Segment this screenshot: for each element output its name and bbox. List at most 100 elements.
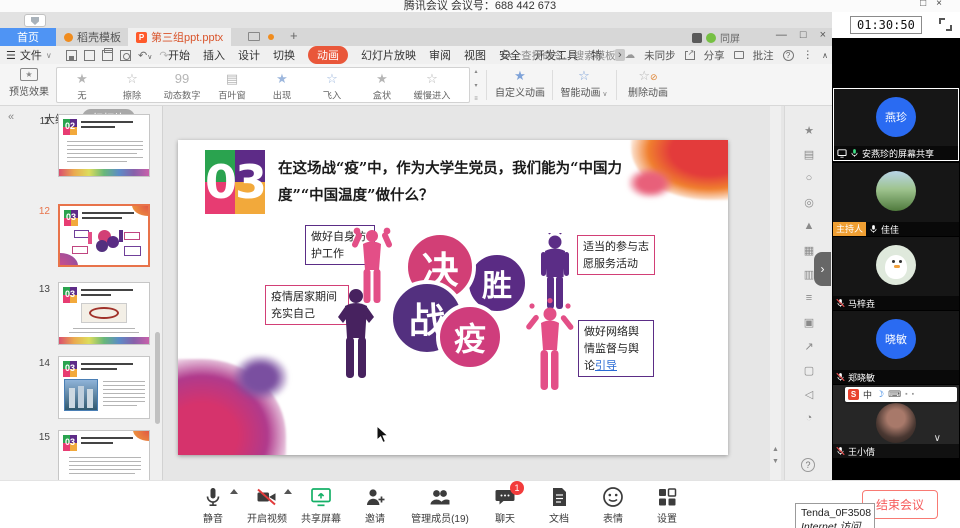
search-input[interactable]: 查找命令、搜索模板: [521, 48, 616, 63]
tab-home[interactable]: 首页: [0, 28, 56, 46]
ime-toolbox-icon[interactable]: ▪: [912, 391, 914, 398]
menu-review[interactable]: 审阅: [429, 47, 451, 63]
gallery-scroll-buttons[interactable]: ▴▾≡: [471, 67, 481, 103]
canvas-scrollbar[interactable]: ▲▼: [770, 106, 781, 480]
anim-number[interactable]: 99动态数字: [157, 68, 207, 102]
emoji-button[interactable]: 表情: [586, 485, 640, 525]
help-icon[interactable]: ?: [783, 50, 794, 61]
ime-skin-icon[interactable]: ▪: [905, 391, 907, 398]
anim-flyin[interactable]: ☆飞入: [307, 68, 357, 102]
print-preview-icon[interactable]: [120, 50, 131, 61]
mic-muted-icon: [836, 298, 845, 308]
video-tile[interactable]: 马梓垚: [833, 237, 959, 310]
comment-button[interactable]: 批注: [753, 48, 774, 63]
sidebar-scrollbar[interactable]: [155, 332, 160, 424]
menu-transitions[interactable]: 切换: [273, 47, 295, 63]
shape-icon[interactable]: ○: [799, 172, 819, 184]
close-icon[interactable]: ×: [820, 29, 826, 41]
image-icon[interactable]: ▣: [799, 316, 819, 329]
slide-12[interactable]: 03 在这场战“疫”中，作为大学生党员，我们能为“中国力度”“中国温度”做什么？…: [178, 140, 728, 455]
sync-status[interactable]: 未同步: [644, 48, 676, 63]
manage-members-button[interactable]: 管理成员(19): [402, 485, 478, 525]
link-yindao[interactable]: 引导: [595, 359, 617, 372]
delete-animation-button[interactable]: ☆⊘ 删除动画: [620, 67, 676, 99]
pyramid-icon[interactable]: ▲: [799, 220, 819, 232]
chat-button[interactable]: 1 聊天: [478, 485, 532, 525]
meeting-window-controls[interactable]: □×: [920, 0, 952, 9]
anim-box[interactable]: ★盒状: [357, 68, 407, 102]
maximize-icon[interactable]: □: [920, 0, 936, 9]
account-chip[interactable]: 同屏: [692, 30, 740, 45]
slide-thumbnail-11[interactable]: 02: [58, 114, 150, 177]
target-icon[interactable]: ◎: [799, 196, 819, 209]
maximize-icon[interactable]: □: [800, 29, 807, 41]
video-tile-sharing[interactable]: 燕珍 安燕珍的屏幕共享: [833, 88, 959, 161]
share-button[interactable]: 分享: [704, 48, 725, 63]
export-icon[interactable]: ↗: [799, 340, 819, 353]
slide-thumbnail-15[interactable]: 03: [58, 430, 150, 480]
animation-pane-icon[interactable]: ★: [799, 124, 819, 137]
record-icon[interactable]: ◔: [799, 412, 819, 424]
smart-animation-button[interactable]: ☆ 智能动画 ∨: [556, 67, 612, 99]
protect-shield-button[interactable]: [24, 14, 46, 27]
more-icon[interactable]: ⋮: [803, 49, 814, 61]
slide-thumbnail-12-selected[interactable]: 03: [58, 204, 150, 267]
layout-icon[interactable]: ▤: [799, 148, 819, 161]
minimize-icon[interactable]: —: [776, 29, 787, 41]
share-screen-button[interactable]: 共享屏幕: [294, 485, 348, 525]
audio-icon[interactable]: ◁: [799, 388, 819, 401]
wps-window-controls[interactable]: — □ ×: [776, 29, 826, 41]
file-menu[interactable]: ☰文件∨: [6, 46, 52, 64]
help-icon[interactable]: ?: [801, 458, 815, 472]
settings-button[interactable]: 设置: [640, 485, 694, 525]
start-video-button[interactable]: 开启视频: [240, 485, 294, 525]
ime-toolbar[interactable]: S 中 ☽ ⌨ ▪ ▪: [845, 387, 957, 402]
print-icon[interactable]: [102, 50, 113, 61]
invite-button[interactable]: 邀请: [348, 485, 402, 525]
menu-start[interactable]: 开始: [168, 47, 190, 63]
message-center-icon[interactable]: [692, 33, 702, 43]
export-icon[interactable]: [84, 50, 95, 61]
anim-slowin[interactable]: ☆缓慢进入: [407, 68, 457, 102]
menu-animation-active[interactable]: 动画: [308, 46, 348, 64]
video-tile[interactable]: 晓敏 郑晓敏: [833, 311, 959, 384]
collapse-sidebar-icon[interactable]: «: [8, 111, 14, 123]
video-options-caret[interactable]: [284, 489, 292, 494]
slide-thumbnail-13[interactable]: 03: [58, 282, 150, 345]
fullscreen-icon[interactable]: [939, 18, 952, 31]
menu-insert[interactable]: 插入: [203, 47, 225, 63]
ime-keyboard-icon[interactable]: ⌨: [888, 389, 901, 400]
custom-animation-button[interactable]: ★ 自定义动画: [492, 67, 548, 99]
video-tile-host[interactable]: 主持人 佳佳: [833, 163, 959, 236]
menu-view[interactable]: 视图: [464, 47, 486, 63]
mute-button[interactable]: 静音: [186, 485, 240, 525]
tab-docer-templates[interactable]: 稻壳模板: [56, 28, 129, 46]
new-tab-button[interactable]: +: [290, 28, 298, 43]
tab-active-document[interactable]: P第三组ppt.pptx: [128, 28, 231, 46]
ime-lang-icon[interactable]: 中: [863, 388, 872, 401]
user-avatar[interactable]: [706, 33, 716, 43]
anim-none[interactable]: ★无: [57, 68, 107, 102]
slide-thumbnail-14[interactable]: 03: [58, 356, 150, 419]
panel-collapse-handle[interactable]: ›: [814, 252, 831, 286]
wps-content: « 大纲 幻灯片 11 02 12 03: [0, 106, 832, 480]
present-monitor-icon[interactable]: [248, 32, 260, 41]
anim-wipe[interactable]: ☆擦除: [107, 68, 157, 102]
undo-icon[interactable]: ↶∨: [138, 49, 152, 62]
collapse-ribbon-icon[interactable]: ∧: [822, 51, 828, 60]
adjust-icon[interactable]: ≡: [799, 292, 819, 304]
chevron-down-icon[interactable]: ∨: [934, 433, 941, 444]
preview-effect-button[interactable]: ★ 预览效果: [6, 67, 52, 103]
video-tile[interactable]: S 中 ☽ ⌨ ▪ ▪ ∨ 王小倩: [833, 385, 959, 458]
save-icon[interactable]: [66, 50, 77, 61]
sogou-icon[interactable]: S: [848, 389, 859, 400]
window-icon[interactable]: ▢: [799, 364, 819, 377]
docs-button[interactable]: 文档: [532, 485, 586, 525]
mic-options-caret[interactable]: [230, 489, 238, 494]
anim-blinds[interactable]: ▤百叶窗: [207, 68, 257, 102]
menu-design[interactable]: 设计: [238, 47, 260, 63]
anim-appear[interactable]: ★出现: [257, 68, 307, 102]
menu-slideshow[interactable]: 幻灯片放映: [361, 47, 416, 63]
close-icon[interactable]: ×: [936, 0, 952, 9]
ime-moon-icon[interactable]: ☽: [876, 389, 884, 400]
